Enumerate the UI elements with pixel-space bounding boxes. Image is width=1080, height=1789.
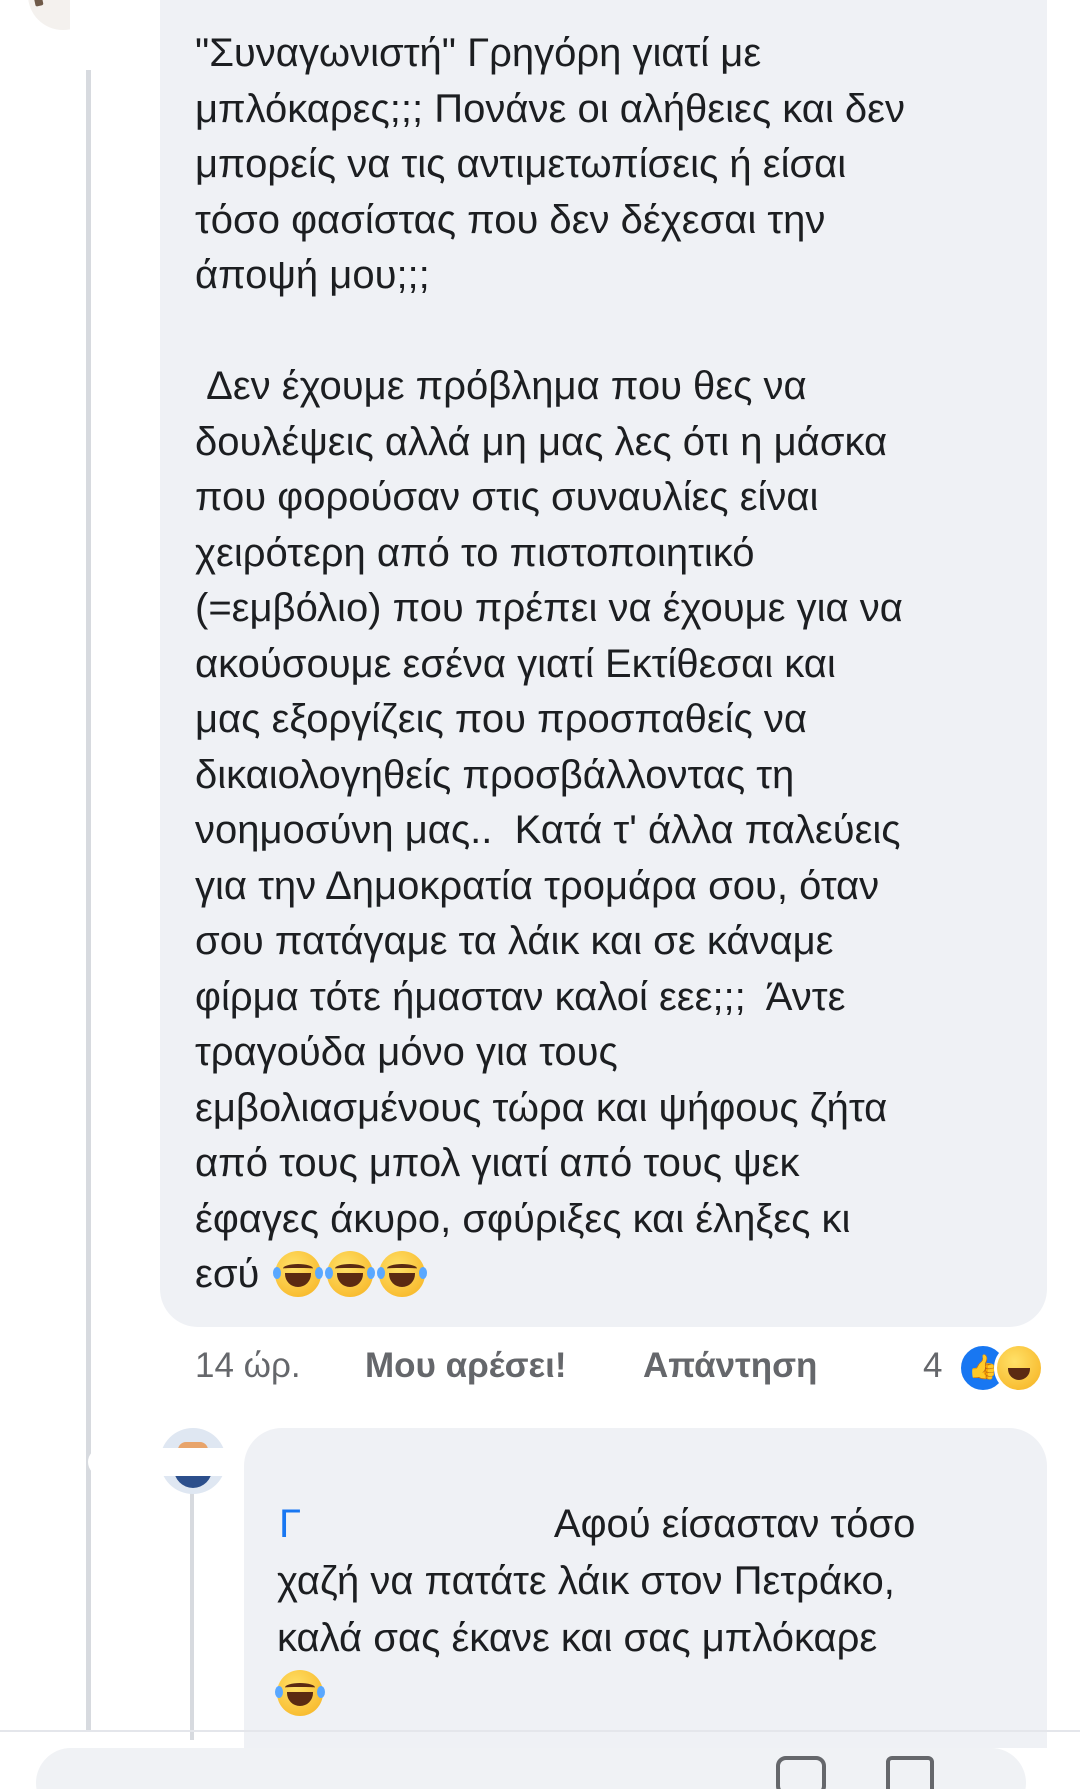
composer-divider [0,1730,1080,1732]
facebook-comments-page: "Συναγωνιστή" Γρηγόρη γιατί με μπλόκαρες… [0,0,1080,1789]
like-button[interactable]: Μου αρέσει! [365,1346,567,1386]
reaction-count[interactable]: 4 [923,1346,942,1386]
laugh-emoji-group [272,1249,431,1305]
laugh-crying-emoji-icon [376,1250,427,1297]
camera-icon[interactable] [886,1756,934,1789]
laugh-crying-emoji-icon [272,1250,323,1297]
laugh-crying-emoji-icon [324,1250,375,1297]
sticker-icon[interactable] [776,1756,826,1789]
thread-line [86,70,91,1730]
censor-smudge [70,0,160,30]
haha-reaction-icon[interactable] [994,1343,1044,1393]
reply-button[interactable]: Απάντηση [643,1346,817,1386]
comment-composer[interactable] [36,1748,1026,1789]
censor-smudge [300,1496,520,1548]
laugh-crying-emoji-icon [275,1670,325,1716]
comment-text: "Συναγωνιστή" Γρηγόρη γιατί με μπλόκαρες… [195,26,1025,1304]
comment-timestamp[interactable]: 14 ώρ. [195,1346,301,1386]
